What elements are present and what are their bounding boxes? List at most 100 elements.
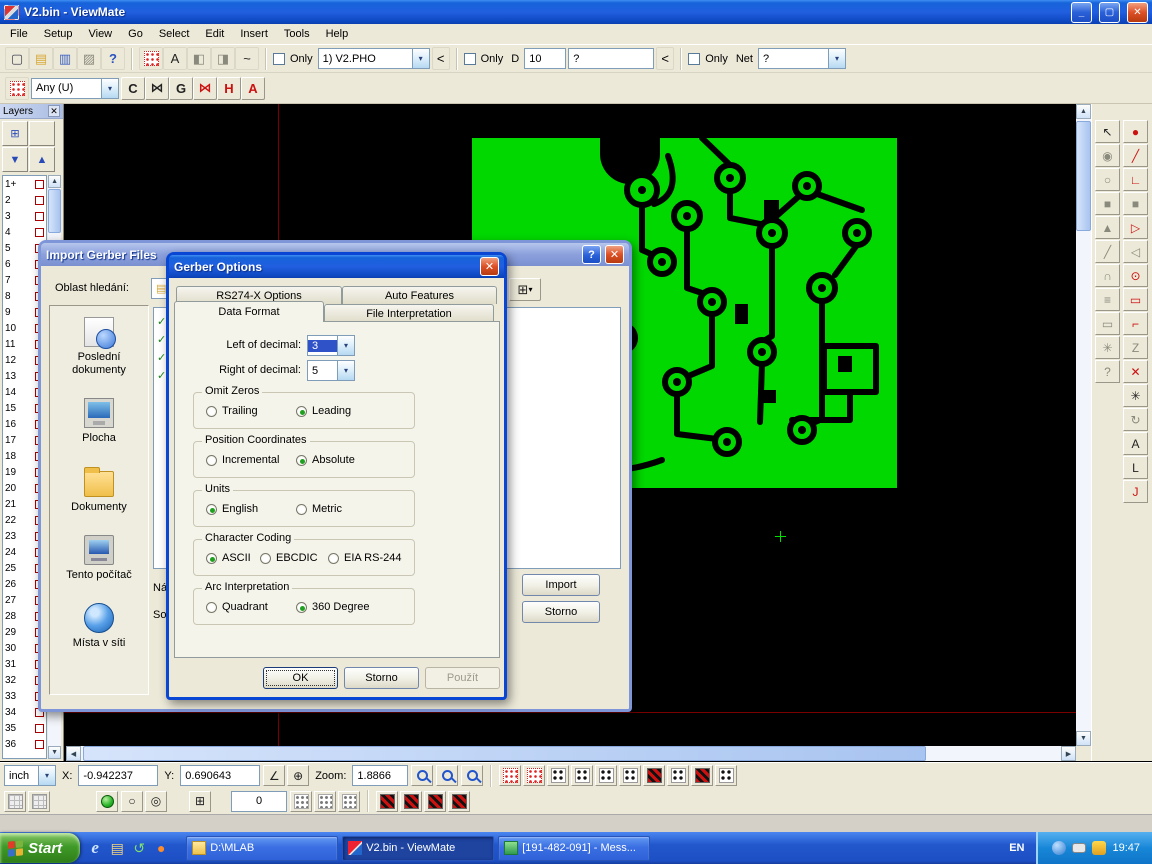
cancel-button[interactable]: Storno: [344, 667, 419, 689]
menu-item[interactable]: File: [2, 26, 36, 42]
scroll-up-icon[interactable]: ▲: [48, 175, 61, 188]
layers-panel-header[interactable]: Layers ✕: [0, 104, 63, 119]
circle-pair-tool-icon[interactable]: ○: [1095, 168, 1120, 191]
task-button[interactable]: [191-482-091] - Mess...: [498, 836, 650, 861]
steps-tool-icon[interactable]: ≡: [1095, 288, 1120, 311]
place-item[interactable]: Plocha: [50, 387, 148, 455]
radio-incremental[interactable]: Incremental: [206, 454, 279, 466]
help-tool-icon[interactable]: ?: [1095, 360, 1120, 383]
import-button[interactable]: Import: [522, 574, 600, 596]
fill-pattern3-icon[interactable]: [424, 791, 446, 812]
radio-360-degree[interactable]: 360 Degree: [296, 601, 370, 613]
zoom-box-icon[interactable]: [436, 765, 458, 786]
fill-pattern2-icon[interactable]: [400, 791, 422, 812]
filled-square-tool-icon[interactable]: ■: [1123, 192, 1148, 215]
grid-step-field[interactable]: 0: [231, 791, 287, 812]
layer-select[interactable]: 1) V2.PHO ▾: [318, 48, 430, 69]
radio-ascii[interactable]: ASCII: [206, 552, 251, 564]
layer-row[interactable]: 35: [3, 720, 46, 736]
triangle-tool-icon[interactable]: ▲: [1095, 216, 1120, 239]
nav-a-icon[interactable]: A: [241, 77, 265, 100]
net-select[interactable]: ? ▾: [758, 48, 846, 69]
layer-row[interactable]: 4: [3, 224, 46, 240]
zoom-field[interactable]: 1.8866: [352, 765, 408, 786]
fill-pattern4-icon[interactable]: [448, 791, 470, 812]
close-button[interactable]: ✕: [605, 245, 624, 264]
radio-eia-rs244[interactable]: EIA RS-244: [328, 552, 401, 564]
menu-item[interactable]: Help: [318, 26, 357, 42]
j-hook-tool-icon[interactable]: J: [1123, 480, 1148, 503]
checker2-icon[interactable]: [691, 765, 713, 786]
layer-color-swatch[interactable]: [35, 196, 44, 205]
nav-bowtie-icon[interactable]: ⋈: [145, 77, 169, 100]
menu-item[interactable]: Setup: [36, 26, 81, 42]
pad-dots2-icon[interactable]: [571, 765, 593, 786]
save-file-icon[interactable]: ▥: [53, 47, 77, 70]
frame-red2-icon[interactable]: [523, 765, 545, 786]
layer-row[interactable]: 36: [3, 736, 46, 752]
vertical-scrollbar[interactable]: ▲ ▼: [1076, 104, 1091, 746]
aperture-grid3-icon[interactable]: [338, 791, 360, 812]
frame-red-icon[interactable]: [499, 765, 521, 786]
layer-color-swatch[interactable]: [35, 180, 44, 189]
new-file-icon[interactable]: ▢: [5, 47, 29, 70]
tab-file-interpretation[interactable]: File Interpretation: [324, 304, 494, 322]
nav-c-icon[interactable]: C: [121, 77, 145, 100]
vscroll-track[interactable]: [1076, 119, 1091, 731]
maximize-button[interactable]: ▢: [1099, 2, 1120, 23]
radio-quadrant[interactable]: Quadrant: [206, 601, 268, 613]
hscroll-thumb[interactable]: [83, 746, 926, 761]
ok-button[interactable]: OK: [263, 667, 338, 689]
quicklaunch-ie-icon[interactable]: e: [84, 837, 106, 859]
chevron-down-icon[interactable]: ▾: [101, 79, 118, 98]
dashed-rect-tool-icon[interactable]: ▭: [1123, 288, 1148, 311]
only-dcode-checkbox[interactable]: [464, 53, 476, 65]
only-layer-checkbox[interactable]: [273, 53, 285, 65]
tray-keyboard-icon[interactable]: [1072, 843, 1086, 853]
slash-tool-icon[interactable]: ╱: [1095, 240, 1120, 263]
menu-item[interactable]: Tools: [276, 26, 318, 42]
minimize-button[interactable]: _: [1071, 2, 1092, 23]
hscroll-track[interactable]: [81, 746, 1061, 761]
tray-messenger-icon[interactable]: [1052, 841, 1066, 855]
menu-item[interactable]: Go: [120, 26, 151, 42]
dcode-input[interactable]: 10: [524, 48, 566, 69]
prev-layer-button[interactable]: <: [432, 47, 450, 70]
checker-icon[interactable]: [643, 765, 665, 786]
circle-outline-icon[interactable]: ○: [121, 791, 143, 812]
print-icon[interactable]: ▨: [77, 47, 101, 70]
language-indicator[interactable]: EN: [1001, 842, 1032, 854]
copy-layer-icon[interactable]: [28, 791, 50, 812]
corner-tool-icon[interactable]: ⌐: [1123, 312, 1148, 335]
layers-spare-button[interactable]: [29, 121, 55, 146]
circle-target-icon[interactable]: ◎: [145, 791, 167, 812]
flash-left-tool-icon[interactable]: ◁: [1123, 240, 1148, 263]
dcode-grid-button[interactable]: [5, 77, 29, 100]
radio-metric[interactable]: Metric: [296, 503, 342, 515]
scroll-up-icon[interactable]: ▲: [1076, 104, 1091, 119]
wave-icon[interactable]: ~: [235, 47, 259, 70]
highlight-text-icon[interactable]: A: [163, 47, 187, 70]
pad-dots-icon[interactable]: [547, 765, 569, 786]
tab-auto-features[interactable]: Auto Features: [342, 286, 497, 304]
zoom-dcode-icon[interactable]: [461, 765, 483, 786]
filled-rect-tool-icon[interactable]: ■: [1095, 192, 1120, 215]
close-button[interactable]: ✕: [1127, 2, 1148, 23]
task-button[interactable]: V2.bin - ViewMate: [342, 836, 494, 861]
x-coordinate-field[interactable]: -0.942237: [78, 765, 158, 786]
layer-color-swatch[interactable]: [35, 740, 44, 749]
menu-item[interactable]: View: [80, 26, 120, 42]
line-draw-tool-icon[interactable]: ╱: [1123, 144, 1148, 167]
close-button[interactable]: ✕: [480, 257, 499, 276]
layer-color-swatch[interactable]: [35, 228, 44, 237]
zigzag-tool-icon[interactable]: Z: [1123, 336, 1148, 359]
tab-data-format[interactable]: Data Format: [174, 301, 324, 322]
half-left-icon[interactable]: ◧: [187, 47, 211, 70]
origin-target-icon[interactable]: ⊕: [287, 765, 309, 786]
menu-item[interactable]: Select: [151, 26, 198, 42]
pad-dots4-icon[interactable]: [619, 765, 641, 786]
clock[interactable]: 19:47: [1112, 842, 1140, 854]
open-file-icon[interactable]: ▤: [29, 47, 53, 70]
right-decimal-select[interactable]: 5 ▾: [307, 360, 355, 381]
help-button[interactable]: ?: [582, 245, 601, 264]
